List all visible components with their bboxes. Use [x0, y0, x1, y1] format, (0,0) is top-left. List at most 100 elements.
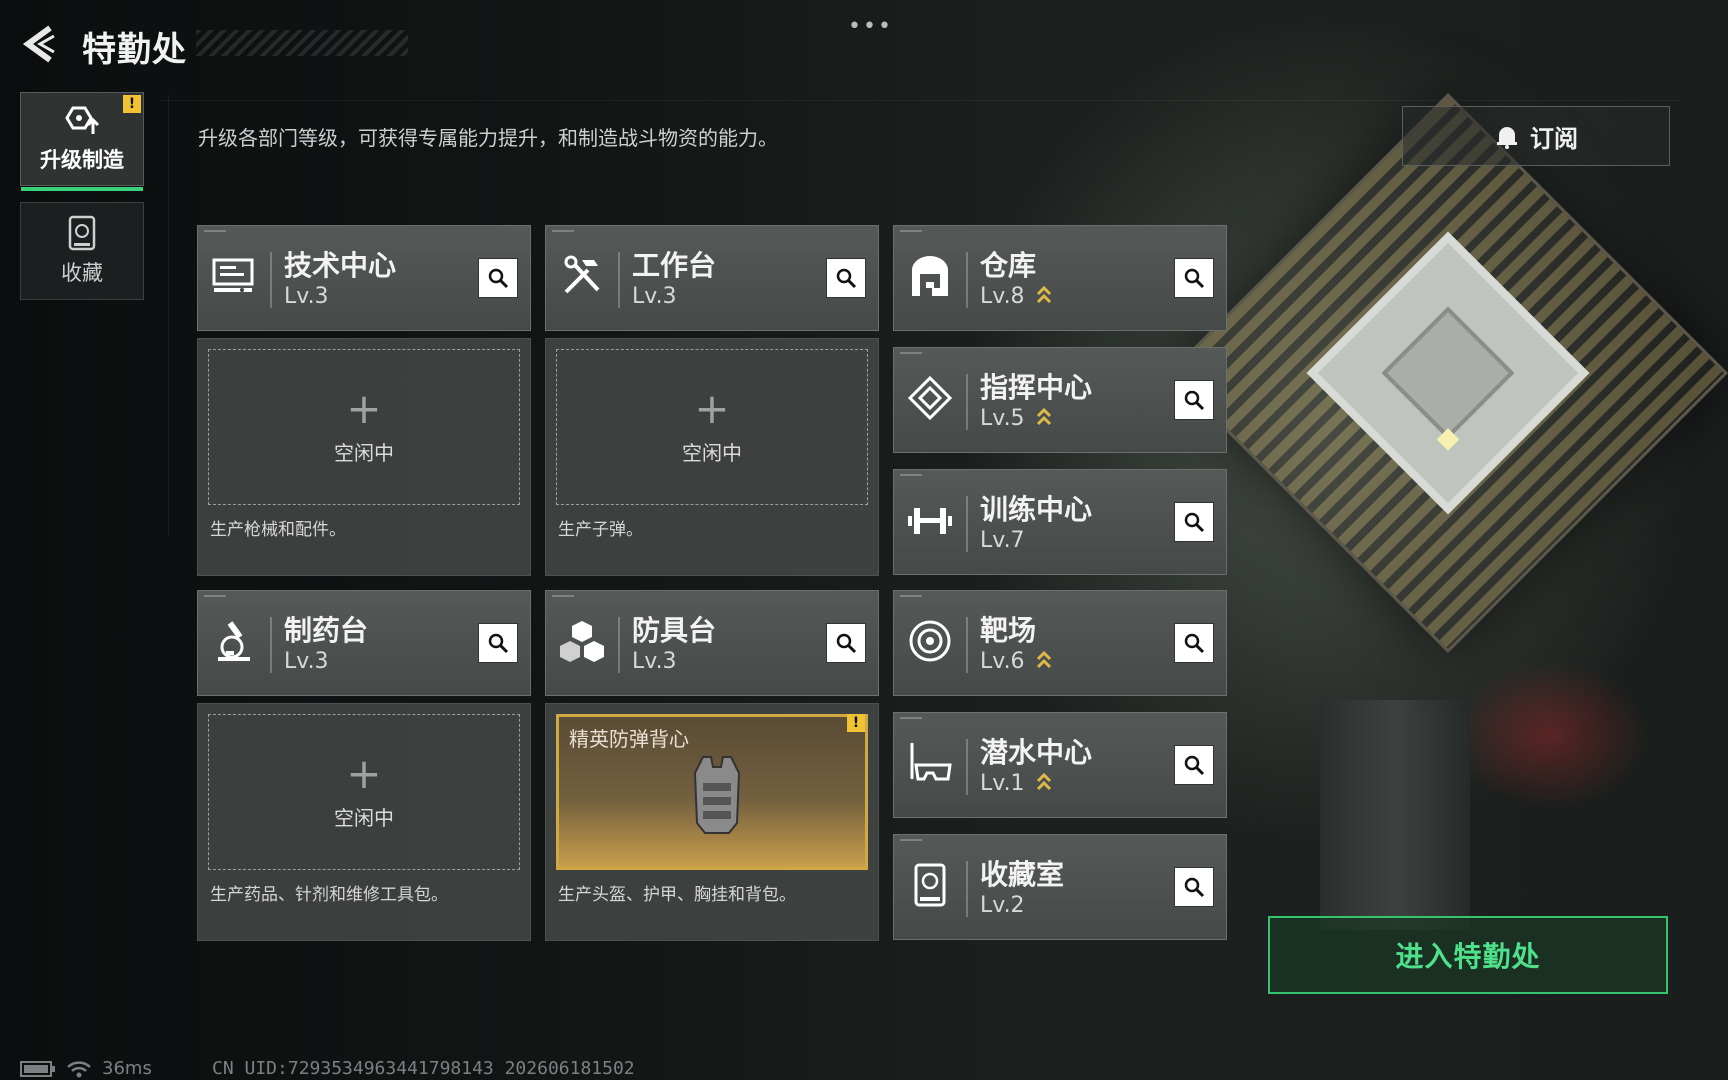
subscribe-label: 订阅 — [1530, 124, 1578, 153]
plus-icon: + — [346, 748, 382, 798]
back-button[interactable] — [18, 22, 62, 66]
magnifier-icon — [1184, 755, 1205, 776]
cube-core — [1381, 306, 1515, 451]
workshop-panel-workbench: + 空闲中 生产子弹。 — [545, 338, 879, 576]
inspect-button[interactable] — [1174, 867, 1214, 907]
facility-name: 收藏室 — [980, 858, 1065, 891]
user-uid: CN UID:7293534963441798143 202606181502 — [212, 1058, 635, 1079]
inspect-button[interactable] — [826, 623, 866, 663]
workshop-card-workbench[interactable]: 工作台 Lv.3 — [545, 225, 879, 331]
magnifier-icon — [488, 268, 509, 289]
facility-level: Lv.1 — [980, 771, 1025, 796]
inspect-button[interactable] — [478, 623, 518, 663]
facility-card-warehouse[interactable]: 仓库 Lv.8 — [893, 225, 1227, 331]
tab-label: 升级制造 — [40, 148, 124, 172]
tab-upgrade-craft[interactable]: 升级制造 ! — [20, 92, 144, 191]
bell-icon — [1497, 127, 1517, 149]
inspect-button[interactable] — [1174, 258, 1214, 298]
alert-badge: ! — [847, 714, 865, 732]
magnifier-icon — [1184, 390, 1205, 411]
card-separator — [966, 739, 968, 795]
production-slot-empty[interactable]: + 空闲中 — [208, 349, 520, 505]
workshop-description: 生产子弹。 — [558, 520, 643, 540]
card-corner-mark — [900, 595, 922, 597]
upgrade-arrows-icon — [1036, 772, 1052, 791]
card-corner-mark — [900, 474, 922, 476]
workshop-description: 生产头盔、护甲、胸挂和背包。 — [558, 885, 796, 905]
facility-level: Lv.2 — [980, 893, 1025, 918]
workshop-name: 制药台 — [284, 614, 369, 647]
ping-readout: 36ms — [102, 1058, 152, 1079]
production-slot-crafting[interactable]: 精英防弹背心 ! — [556, 714, 868, 870]
target-icon — [909, 620, 951, 662]
enter-special-ops-button[interactable]: 进入特勤处 — [1268, 916, 1668, 994]
cubes-icon — [560, 621, 604, 662]
slot-status: 空闲中 — [334, 440, 394, 465]
bg-red-glow — [1450, 660, 1650, 810]
subscribe-button[interactable]: 订阅 — [1402, 106, 1670, 166]
facility-card-diving-center[interactable]: 潜水中心 Lv.1 — [893, 712, 1227, 818]
inspect-button[interactable] — [1174, 502, 1214, 542]
facility-name: 潜水中心 — [980, 736, 1093, 769]
facility-name: 训练中心 — [980, 493, 1093, 526]
workshop-level: Lv.3 — [284, 649, 329, 674]
workshop-panel-armor-bench: 精英防弹背心 ! 生产头盔、护甲、胸挂和背包。 — [545, 703, 879, 941]
workshop-card-tech-center[interactable]: 技术中心 Lv.3 — [197, 225, 531, 331]
workshop-name: 防具台 — [632, 614, 717, 647]
collection-icon — [68, 215, 96, 251]
inspect-button[interactable] — [1174, 623, 1214, 663]
microscope-icon — [218, 621, 250, 661]
magnifier-icon — [488, 633, 509, 654]
dumbbell-icon — [908, 508, 952, 534]
card-separator — [966, 496, 968, 552]
facility-cube-image — [1167, 92, 1728, 654]
battery-icon — [20, 1060, 55, 1077]
facility-name: 指挥中心 — [980, 371, 1093, 404]
cube-light — [1436, 428, 1460, 451]
inspect-button[interactable] — [1174, 380, 1214, 420]
facility-card-training-center[interactable]: 训练中心 Lv.7 — [893, 469, 1227, 575]
card-separator — [270, 617, 272, 673]
wifi-icon — [67, 1060, 91, 1077]
facility-card-collection-room[interactable]: 收藏室 Lv.2 — [893, 834, 1227, 940]
workshop-card-pharmacy[interactable]: 制药台 Lv.3 — [197, 590, 531, 696]
facility-card-command-center[interactable]: 指挥中心 Lv.5 — [893, 347, 1227, 453]
facility-level: Lv.7 — [980, 528, 1025, 553]
magnifier-icon — [1184, 268, 1205, 289]
card-separator — [966, 617, 968, 673]
armor-vest-image — [693, 756, 741, 834]
enter-button-label: 进入特勤处 — [1395, 940, 1541, 973]
inspect-button[interactable] — [1174, 745, 1214, 785]
magnifier-icon — [1184, 877, 1205, 898]
warehouse-icon — [912, 256, 948, 296]
inspect-button[interactable] — [826, 258, 866, 298]
magnifier-icon — [836, 268, 857, 289]
plus-icon: + — [346, 383, 382, 433]
tools-icon — [564, 255, 600, 294]
facility-level: Lv.8 — [980, 284, 1025, 309]
network-status: 36ms — [20, 1058, 152, 1079]
upgrade-arrows-icon — [1036, 407, 1052, 426]
tab-collection[interactable]: 收藏 — [20, 202, 144, 300]
facility-level: Lv.5 — [980, 406, 1025, 431]
more-options-icon[interactable]: ••• — [848, 14, 893, 39]
production-slot-empty[interactable]: + 空闲中 — [556, 349, 868, 505]
cube-inner-frame — [1306, 231, 1590, 515]
workshop-panel-tech-center: + 空闲中 生产枪械和配件。 — [197, 338, 531, 576]
workshop-level: Lv.3 — [632, 649, 677, 674]
facility-card-shooting-range[interactable]: 靶场 Lv.6 — [893, 590, 1227, 696]
card-corner-mark — [900, 352, 922, 354]
facility-name: 仓库 — [980, 249, 1037, 282]
card-corner-mark — [204, 595, 226, 597]
production-slot-empty[interactable]: + 空闲中 — [208, 714, 520, 870]
inspect-button[interactable] — [478, 258, 518, 298]
card-separator — [966, 252, 968, 308]
card-corner-mark — [552, 595, 574, 597]
card-separator — [270, 252, 272, 308]
card-separator — [966, 861, 968, 917]
card-separator — [618, 252, 620, 308]
monitor-icon — [212, 258, 254, 292]
crafting-item-name: 精英防弹背心 — [569, 727, 689, 751]
facility-name: 靶场 — [980, 614, 1037, 647]
workshop-card-armor-bench[interactable]: 防具台 Lv.3 — [545, 590, 879, 696]
